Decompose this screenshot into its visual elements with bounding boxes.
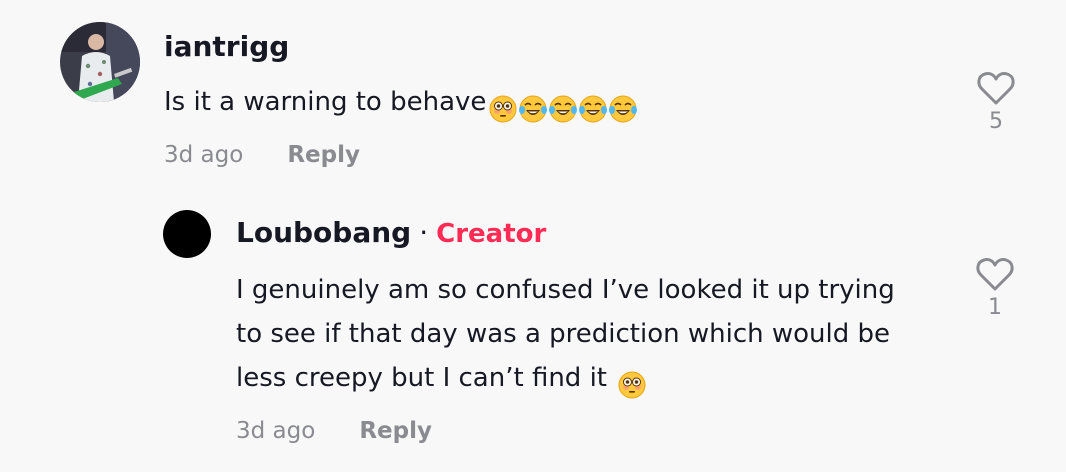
reply-button[interactable]: Reply: [287, 142, 360, 168]
comment-body: Is it a warning to behave: [164, 87, 487, 117]
reply-text-fragment: less creepy but I can’t find it: [236, 363, 616, 393]
emoji-group: [488, 86, 638, 130]
reply-timestamp: 3d ago: [236, 418, 316, 444]
tears-of-joy-icon: [609, 95, 638, 122]
like-count: 5: [989, 109, 1003, 134]
avatar[interactable]: [60, 22, 140, 102]
avatar[interactable]: [163, 210, 211, 258]
flushed-face-icon: [618, 371, 646, 398]
like-button[interactable]: 5: [971, 70, 1021, 134]
creator-badge: Creator: [436, 219, 547, 249]
like-button[interactable]: 1: [970, 256, 1020, 320]
reply-meta: 3d ago Reply: [236, 416, 432, 446]
separator-dot: ·: [419, 216, 429, 249]
tears-of-joy-icon: [549, 95, 578, 122]
tears-of-joy-icon: [579, 95, 608, 122]
flushed-face-icon: [489, 95, 517, 122]
reply-text-line: less creepy but I can’t find it: [236, 356, 956, 406]
like-count: 1: [988, 295, 1002, 320]
reply-text-line: I genuinely am so confused I’ve looked i…: [236, 275, 895, 305]
comment-timestamp: 3d ago: [164, 142, 244, 168]
reply-button[interactable]: Reply: [359, 418, 432, 444]
reply-text: I genuinely am so confused I’ve looked i…: [236, 268, 956, 406]
emoji-group: [617, 362, 647, 406]
reply-username[interactable]: Loubobang: [236, 216, 411, 249]
comment-text: Is it a warning to behave: [164, 80, 638, 130]
reply-username-row: Loubobang · Creator: [236, 216, 546, 251]
heart-icon: [976, 258, 1014, 291]
comment-username[interactable]: iantrigg: [164, 30, 289, 64]
heart-icon: [977, 72, 1015, 105]
tears-of-joy-icon: [519, 95, 548, 122]
comment-meta: 3d ago Reply: [164, 140, 360, 170]
comment-thread: iantrigg Is it a warning to behave 3d ag…: [0, 0, 1066, 472]
reply-text-line: to see if that day was a prediction whic…: [236, 319, 891, 349]
